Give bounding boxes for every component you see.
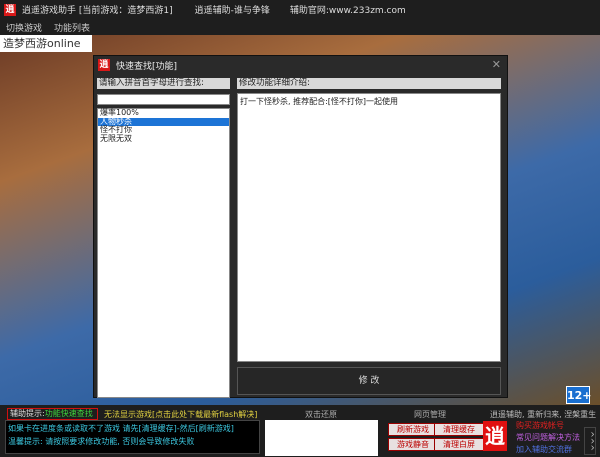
brand-logo: 逍 — [483, 421, 507, 451]
close-icon[interactable]: ✕ — [492, 58, 501, 71]
refresh-game-button[interactable]: 刷新游戏 — [388, 423, 438, 436]
log-line: 温馨提示: 请按照要求修改功能, 否则会导致修改失败 — [8, 437, 195, 446]
quick-find-dialog: 逍 快速查找[功能] ✕ 请输入拼音首字母进行查找: 爆率100% 人物秒杀 怪… — [93, 55, 508, 398]
title-bar: 逍 逍遥游戏助手 [当前游戏：造梦西游1] 逍遥辅助-谁与争锋 辅助官网:www… — [0, 0, 600, 19]
search-label: 请输入拼音首字母进行查找: — [97, 78, 230, 89]
modify-button[interactable]: 修 改 — [237, 367, 501, 395]
detail-text: 打一下怪秒杀, 推荐配合:[怪不打你]一起使用 — [237, 93, 501, 362]
quick-find-link[interactable]: 功能快速查找 — [45, 409, 93, 418]
restore-label: 双击还原 — [305, 410, 337, 419]
collapse-button[interactable]: ^^^ — [584, 427, 596, 455]
log-line: 如果卡在进度条或读取不了游戏 请先[清理缓存]-然后[刷新游戏] — [8, 424, 234, 433]
detail-label: 修改功能详细介绍: — [237, 78, 501, 89]
slogan: 逍遥辅助, 重新归来, 涅槃重生 — [490, 410, 597, 419]
clear-white-screen-button[interactable]: 清理白屏 — [434, 438, 484, 451]
feature-list[interactable]: 爆率100% 人物秒杀 怪不打你 无限无双 — [97, 108, 230, 398]
restore-area[interactable] — [265, 420, 378, 456]
search-input[interactable] — [97, 94, 230, 105]
log-box: 如果卡在进度条或读取不了游戏 请先[清理缓存]-然后[刷新游戏] 温馨提示: 请… — [5, 420, 260, 454]
clear-cache-button[interactable]: 清理缓存 — [434, 423, 484, 436]
app-logo: 逍 — [4, 3, 16, 16]
mute-game-button[interactable]: 游戏静音 — [388, 438, 438, 451]
faq-link[interactable]: 常见问题解决方法 — [516, 432, 580, 443]
hint-label: 辅助提示: — [10, 409, 45, 418]
buy-account-link[interactable]: 购买游戏帐号 — [516, 420, 564, 431]
list-item[interactable]: 无限无双 — [98, 134, 229, 144]
site-link[interactable]: 辅助官网:www.233zm.com — [290, 3, 406, 16]
app-title: 逍遥游戏助手 [当前游戏：造梦西游1] — [22, 6, 173, 16]
menu-feature-list[interactable]: 功能列表 — [54, 21, 90, 34]
join-group-link[interactable]: 加入辅助交流群 — [516, 444, 572, 455]
dialog-header: 逍 快速查找[功能] — [94, 56, 507, 74]
web-manage-label: 网页管理 — [414, 410, 446, 419]
bottom-panel: 辅助提示:功能快速查找 无法显示游戏[点击此处下载最新flash解决] 如果卡在… — [0, 405, 600, 457]
hint-box: 辅助提示:功能快速查找 — [7, 408, 98, 420]
app-version: 逍遥辅助-谁与争锋 — [194, 6, 270, 16]
menu-bar: 切换游戏 功能列表 — [0, 19, 600, 35]
game-title: 造梦西游online — [0, 35, 92, 52]
dialog-title: 快速查找[功能] — [116, 61, 178, 72]
flash-notice-link[interactable]: 无法显示游戏[点击此处下载最新flash解决] — [104, 409, 257, 420]
age-badge: 12+ — [566, 386, 592, 404]
dialog-logo: 逍 — [98, 59, 110, 71]
menu-switch-game[interactable]: 切换游戏 — [6, 21, 42, 34]
